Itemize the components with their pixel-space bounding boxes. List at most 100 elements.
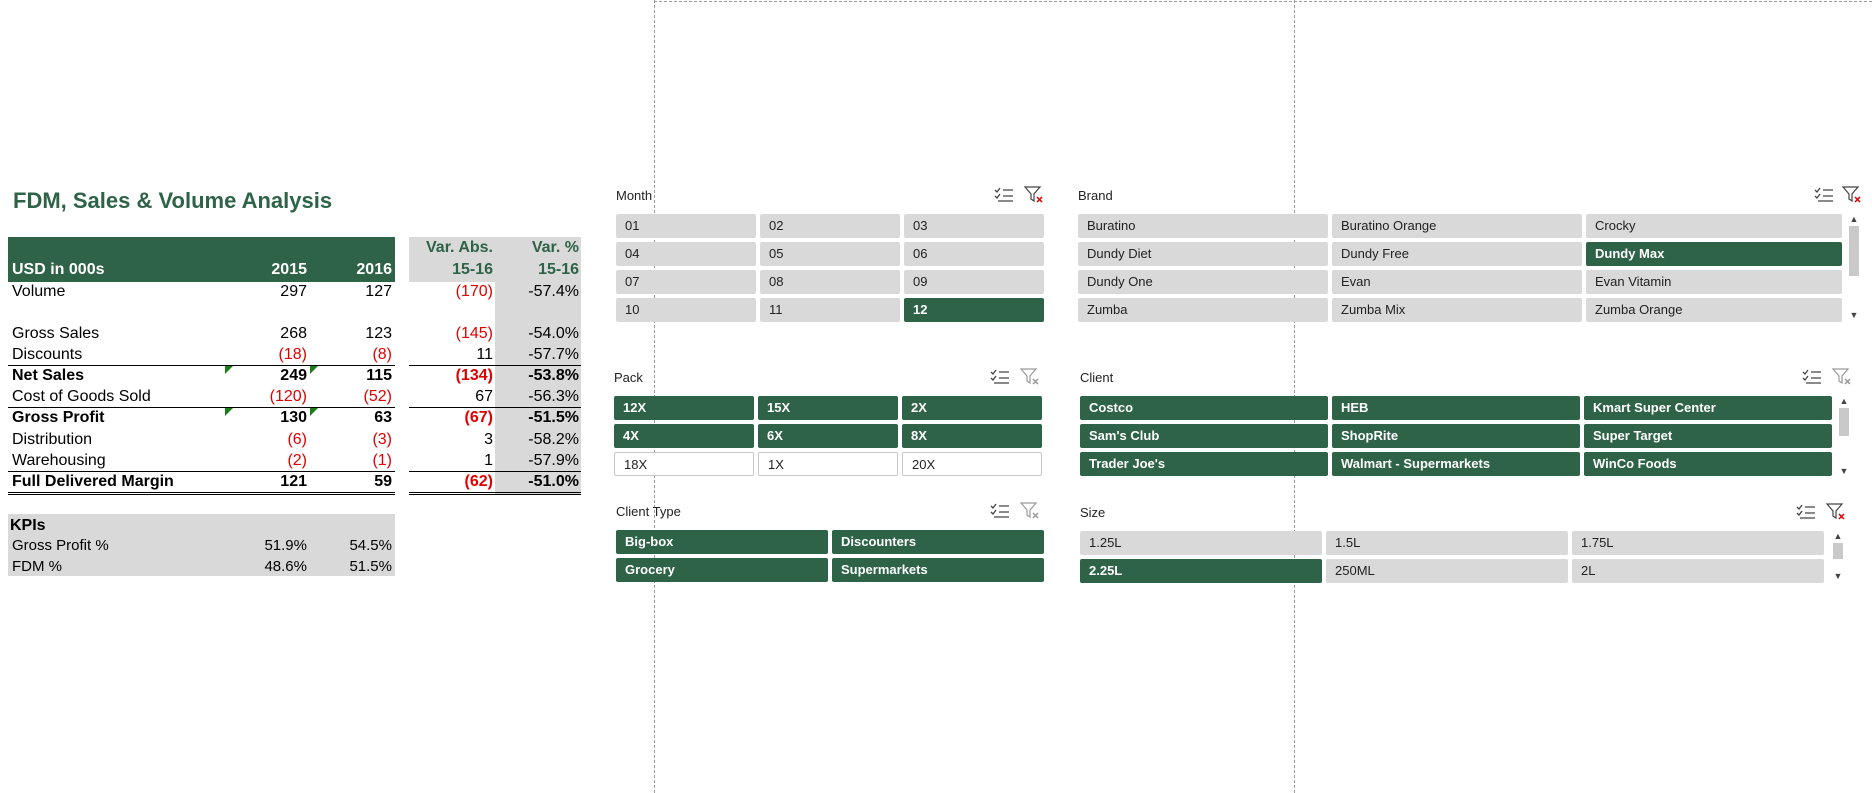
value-2015: 268 [280,325,307,342]
slicer-item-heb[interactable]: HEB [1332,396,1580,420]
scroll-up-icon[interactable]: ▲ [1832,531,1844,541]
var-pct-value: -57.7% [528,346,579,363]
slicer-item-12[interactable]: 12 [904,298,1044,322]
slicer-item-18x[interactable]: 18X [614,452,754,476]
scroll-down-icon[interactable]: ▼ [1838,466,1850,476]
slicer-item-walmart-supermarkets[interactable]: Walmart - Supermarkets [1332,452,1580,476]
slicer-item-big-box[interactable]: Big-box [616,530,828,554]
value-2016: 127 [365,283,392,300]
slicer-item-evan[interactable]: Evan [1332,270,1582,294]
kpi-value-2015: 51.9% [264,537,307,554]
clear-filter-icon[interactable] [1826,503,1846,521]
slicer-item-1-25l[interactable]: 1.25L [1080,531,1322,555]
slicer-item-01[interactable]: 01 [616,214,756,238]
slicer-item-dundy-one[interactable]: Dundy One [1078,270,1328,294]
slicer-title: Pack [614,370,643,385]
scroll-up-icon[interactable]: ▲ [1838,396,1850,406]
scroll-up-icon[interactable]: ▲ [1848,214,1860,224]
multi-select-icon[interactable] [1802,368,1822,386]
scroll-down-icon[interactable]: ▼ [1832,571,1844,581]
slicer-item-1x[interactable]: 1X [758,452,898,476]
slicer-item-06[interactable]: 06 [904,242,1044,266]
clear-filter-icon[interactable] [1842,186,1862,204]
scroll-down-icon[interactable]: ▼ [1848,310,1860,320]
slicer-item-10[interactable]: 10 [616,298,756,322]
value-2016: (8) [372,346,392,363]
slicer-item-1-5l[interactable]: 1.5L [1326,531,1568,555]
slicer-item-2-25l[interactable]: 2.25L [1080,559,1322,583]
slicer-item-4x[interactable]: 4X [614,424,754,448]
var-pct-value: -51.5% [528,409,579,426]
slicer-item-07[interactable]: 07 [616,270,756,294]
slicer-item-15x[interactable]: 15X [758,396,898,420]
var-abs-header-line1: Var. Abs. [426,239,493,256]
value-2016: 115 [366,367,392,384]
value-2016: (52) [363,388,392,405]
slicer-item-supermarkets[interactable]: Supermarkets [832,558,1044,582]
value-2016: 63 [374,409,392,426]
scrollbar-thumb[interactable] [1839,408,1849,436]
slicer-item-02[interactable]: 02 [760,214,900,238]
slicer-item-11[interactable]: 11 [760,298,900,322]
slicer-item-zumba-mix[interactable]: Zumba Mix [1332,298,1582,322]
slicer-item-super-target[interactable]: Super Target [1584,424,1832,448]
scrollbar[interactable]: ▲ ▼ [1832,531,1844,583]
slicer-item-winco-foods[interactable]: WinCo Foods [1584,452,1832,476]
scrollbar-thumb[interactable] [1849,226,1859,276]
slicer-item-buratino[interactable]: Buratino [1078,214,1328,238]
value-2016: 59 [374,473,392,490]
var-abs-header-line2: 15-16 [452,261,493,278]
slicer-item-2x[interactable]: 2X [902,396,1042,420]
slicer-item-buratino-orange[interactable]: Buratino Orange [1332,214,1582,238]
scrollbar[interactable]: ▲ ▼ [1838,396,1850,478]
multi-select-icon[interactable] [994,186,1014,204]
var-pct-header-line1: Var. % [531,239,579,256]
multi-select-icon[interactable] [990,368,1010,386]
slicer-item-1-75l[interactable]: 1.75L [1572,531,1824,555]
slicer-item-sams-club[interactable]: Sam's Club [1080,424,1328,448]
var-abs-value: 3 [484,431,493,448]
slicer-item-03[interactable]: 03 [904,214,1044,238]
slicer-item-6x[interactable]: 6X [758,424,898,448]
slicer-item-dundy-max[interactable]: Dundy Max [1586,242,1842,266]
slicer-item-05[interactable]: 05 [760,242,900,266]
pack-slicer: Pack 12X 15X 2X 4X 6X 8X 18X 1X 20X [610,366,1052,481]
slicer-item-trader-joes[interactable]: Trader Joe's [1080,452,1328,476]
slicer-item-discounters[interactable]: Discounters [832,530,1044,554]
clear-filter-icon[interactable] [1020,502,1040,520]
var-pct-value: -54.0% [528,325,579,342]
slicer-title: Client [1080,370,1114,385]
var-abs-value: (67) [464,409,493,426]
slicer-item-20x[interactable]: 20X [902,452,1042,476]
slicer-item-09[interactable]: 09 [904,270,1044,294]
clear-filter-icon[interactable] [1832,368,1852,386]
slicer-item-costco[interactable]: Costco [1080,396,1328,420]
slicer-item-12x[interactable]: 12X [614,396,754,420]
clear-filter-icon[interactable] [1024,186,1044,204]
row-label: Discounts [12,346,83,363]
slicer-item-crocky[interactable]: Crocky [1586,214,1842,238]
slicer-item-250ml[interactable]: 250ML [1326,559,1568,583]
slicer-item-evan-vitamin[interactable]: Evan Vitamin [1586,270,1842,294]
slicer-item-04[interactable]: 04 [616,242,756,266]
clear-filter-icon[interactable] [1020,368,1040,386]
slicer-item-2l[interactable]: 2L [1572,559,1824,583]
slicer-item-kmart-super-center[interactable]: Kmart Super Center [1584,396,1832,420]
slicer-item-grocery[interactable]: Grocery [616,558,828,582]
scrollbar-thumb[interactable] [1833,543,1843,559]
scrollbar[interactable]: ▲ ▼ [1848,214,1860,324]
multi-select-icon[interactable] [990,502,1010,520]
slicer-item-shoprite[interactable]: ShopRite [1332,424,1580,448]
multi-select-icon[interactable] [1814,186,1834,204]
page-break-line [654,1,1872,2]
slicer-item-zumba-orange[interactable]: Zumba Orange [1586,298,1842,322]
slicer-item-08[interactable]: 08 [760,270,900,294]
multi-select-icon[interactable] [1796,503,1816,521]
slicer-item-zumba[interactable]: Zumba [1078,298,1328,322]
slicer-item-dundy-diet[interactable]: Dundy Diet [1078,242,1328,266]
value-2015: 249 [280,367,307,384]
slicer-title: Month [616,188,653,203]
slicer-item-dundy-free[interactable]: Dundy Free [1332,242,1582,266]
total-double-rule [8,492,395,495]
slicer-item-8x[interactable]: 8X [902,424,1042,448]
